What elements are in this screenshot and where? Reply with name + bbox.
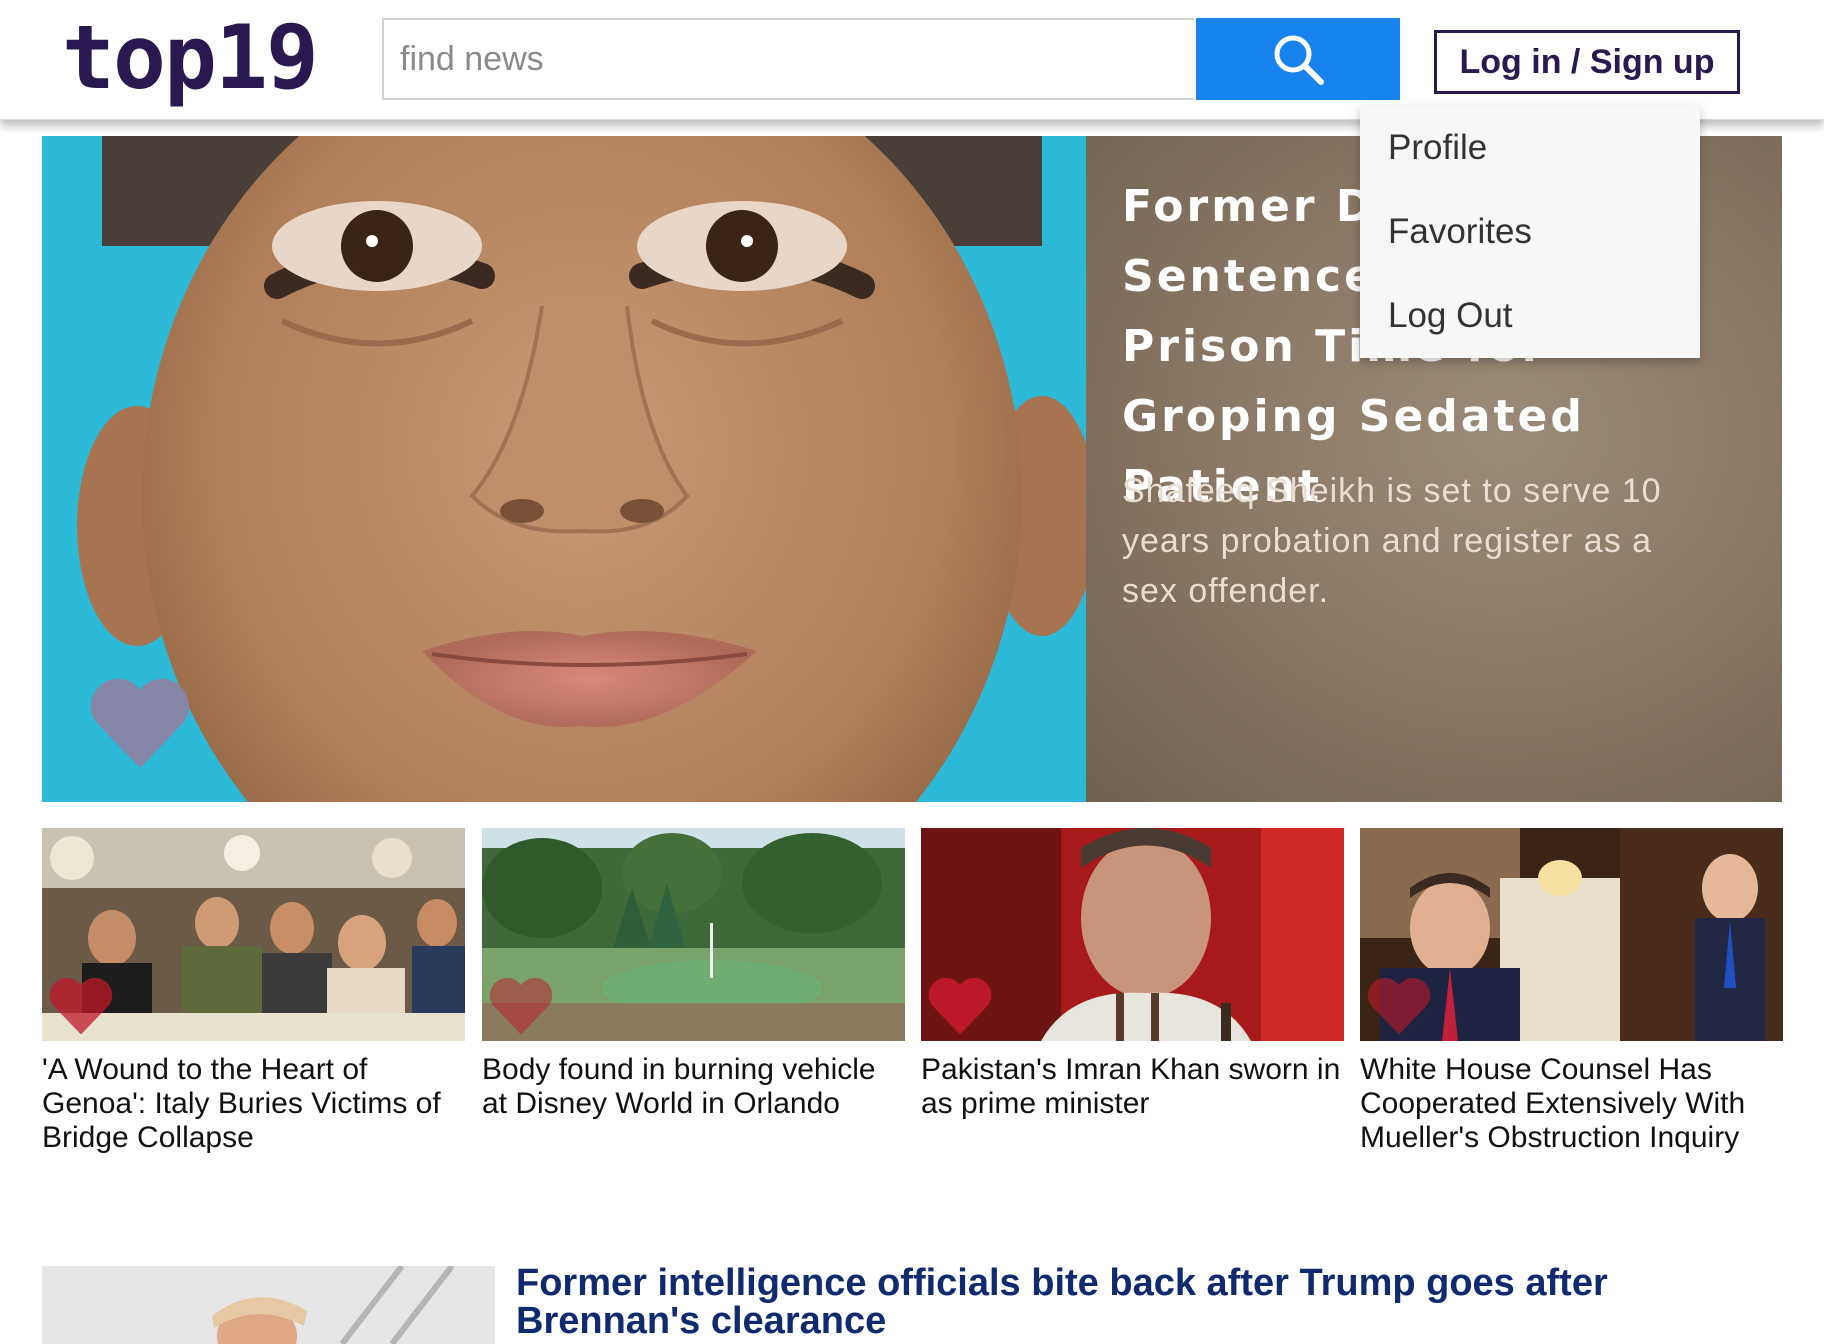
hero-image bbox=[42, 136, 1086, 802]
heart-icon[interactable] bbox=[927, 976, 993, 1036]
heart-icon[interactable] bbox=[1366, 976, 1432, 1036]
search-icon bbox=[1274, 35, 1324, 85]
story-image bbox=[42, 828, 465, 1041]
story-image bbox=[1360, 828, 1783, 1041]
story-card[interactable]: Body found in burning vehicle at Disney … bbox=[482, 828, 905, 1121]
user-menu-dropdown: Profile Favorites Log Out bbox=[1360, 106, 1700, 358]
menu-item-profile[interactable]: Profile bbox=[1388, 128, 1487, 168]
menu-item-favorites[interactable]: Favorites bbox=[1388, 212, 1532, 252]
story-title[interactable]: Pakistan's Imran Khan sworn in as prime … bbox=[921, 1053, 1344, 1121]
menu-item-logout[interactable]: Log Out bbox=[1388, 296, 1513, 336]
heart-icon[interactable] bbox=[48, 976, 114, 1036]
heart-icon[interactable] bbox=[488, 976, 554, 1036]
bottom-story-title[interactable]: Former intelligence officials bite back … bbox=[516, 1264, 1636, 1340]
story-image bbox=[921, 828, 1344, 1041]
story-card[interactable]: Pakistan's Imran Khan sworn in as prime … bbox=[921, 828, 1344, 1121]
top-bar: top19 Log in / Sign up bbox=[0, 0, 1824, 120]
search-button[interactable] bbox=[1196, 18, 1400, 100]
story-title[interactable]: 'A Wound to the Heart of Genoa': Italy B… bbox=[42, 1053, 465, 1155]
story-card[interactable]: White House Counsel Has Cooperated Exten… bbox=[1360, 828, 1783, 1155]
story-image bbox=[482, 828, 905, 1041]
login-signup-button[interactable]: Log in / Sign up bbox=[1434, 30, 1740, 94]
story-title[interactable]: White House Counsel Has Cooperated Exten… bbox=[1360, 1053, 1783, 1155]
story-image[interactable] bbox=[42, 1266, 495, 1344]
story-card[interactable]: 'A Wound to the Heart of Genoa': Italy B… bbox=[42, 828, 465, 1155]
hero-subtitle: Shafeeq Sheikh is set to serve 10 years … bbox=[1122, 472, 1662, 610]
heart-icon[interactable] bbox=[88, 676, 192, 770]
site-logo[interactable]: top19 bbox=[62, 8, 319, 108]
search-input[interactable] bbox=[382, 18, 1194, 100]
story-title[interactable]: Body found in burning vehicle at Disney … bbox=[482, 1053, 905, 1121]
